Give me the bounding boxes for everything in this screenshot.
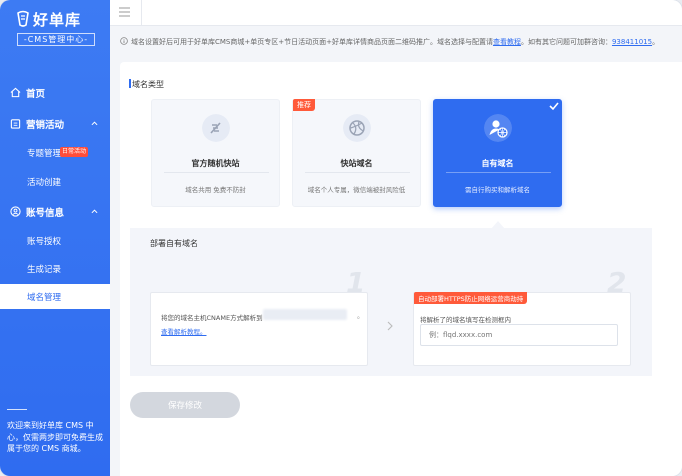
- notice-text: 域名设置好后可用于好单库CMS商城+单页专区+节日活动页面+好单库详情商品页面二…: [131, 38, 493, 46]
- step-1-text: 将您的域名主机CNAME方式解析到: [161, 314, 263, 322]
- resolve-tutorial-link[interactable]: 查看解析教程。: [161, 326, 207, 336]
- sidebar: 好单库 -CMS管理中心- 首页 营销活动 专题管理 日常活动 活动创建 账号信…: [0, 0, 110, 476]
- option-description: 需自行购买和解析域名: [465, 186, 530, 194]
- chevron-up-icon: [91, 209, 98, 214]
- sidebar-item-label: 活动创建: [27, 178, 62, 188]
- sidebar-item-marketing[interactable]: 营销活动: [0, 117, 110, 131]
- domain-option-own[interactable]: 自有域名 需自行购买和解析域名: [433, 99, 562, 207]
- home-icon: [10, 87, 21, 98]
- domain-input[interactable]: [420, 324, 618, 346]
- divider: [164, 172, 269, 173]
- brand-logo[interactable]: 好单库 -CMS管理中心-: [15, 8, 97, 48]
- option-title: 官方随机快站: [191, 159, 240, 168]
- sidebar-item-label: 专题管理: [27, 149, 62, 159]
- sidebar-item-label: 首页: [26, 89, 46, 100]
- divider: [141, 0, 142, 26]
- sidebar-item-account[interactable]: 账号信息: [0, 205, 110, 219]
- sidebar-item-label: 营销活动: [26, 120, 65, 131]
- section-title: 域名类型: [132, 80, 164, 89]
- brand-name: 好单库: [33, 11, 82, 29]
- sidebar-item-home[interactable]: 首页: [0, 86, 110, 100]
- option-title: 自有域名: [481, 159, 514, 168]
- option-description: 域名个人专属，微信端被封风险低: [307, 186, 406, 194]
- sidebar-item-topics[interactable]: 专题管理 日常活动: [0, 147, 110, 159]
- chevron-up-icon: [91, 121, 98, 126]
- info-icon: [120, 37, 128, 45]
- menu-icon[interactable]: [119, 7, 130, 17]
- feather-icon: [202, 114, 230, 142]
- sidebar-item-label: 账号信息: [26, 208, 65, 219]
- deploy-panel: 部署自有域名 1 2 将您的域名主机CNAME方式解析到 。 查看解析教程。 自…: [130, 228, 652, 376]
- brand-mark-icon: [17, 10, 29, 27]
- notice-tail: 。如有其它问题可加群咨询：: [520, 38, 612, 46]
- sidebar-item-records[interactable]: 生成记录: [0, 263, 110, 275]
- sidebar-item-domains[interactable]: 域名管理: [0, 284, 110, 309]
- top-bar: [110, 0, 682, 26]
- tutorial-link[interactable]: 查看教程: [493, 38, 521, 46]
- sidebar-item-label: 生成记录: [27, 265, 62, 275]
- app-window: 好单库 -CMS管理中心- 首页 营销活动 专题管理 日常活动 活动创建 账号信…: [0, 0, 682, 476]
- volleyball-icon: [343, 114, 371, 142]
- deploy-title: 部署自有域名: [150, 239, 198, 248]
- divider: [446, 172, 551, 173]
- brand-subtitle: -CMS管理中心-: [17, 33, 95, 46]
- user-globe-icon: [484, 114, 512, 142]
- domain-option-official[interactable]: 官方随机快站 域名共用 免费不防封: [151, 99, 280, 207]
- option-description: 域名共用 免费不防封: [185, 186, 246, 194]
- domain-option-kuaizhan[interactable]: 推荐 快站域名 域名个人专属，微信端被封风险低: [292, 99, 421, 207]
- sidebar-item-create-activity[interactable]: 活动创建: [0, 176, 110, 188]
- welcome-note: 欢迎来到好单库 CMS 中心，仅需两步即可免费生成属于您的 CMS 商城。: [7, 421, 103, 453]
- step-1-dot: 。: [357, 312, 364, 320]
- user-circle-icon: [10, 206, 21, 217]
- check-icon: [549, 102, 559, 111]
- step-1-card: 将您的域名主机CNAME方式解析到 。 查看解析教程。: [150, 292, 368, 366]
- step-2-text: 将解析了的域名填写在检测框内: [420, 316, 511, 324]
- chevron-right-icon: [387, 321, 393, 331]
- sidebar-item-label: 域名管理: [27, 292, 62, 303]
- section-marker: [129, 79, 131, 88]
- group-number-link[interactable]: 938411015: [612, 38, 652, 46]
- notice-end: 。: [652, 38, 660, 46]
- cname-target-redacted: [263, 309, 347, 320]
- divider: [7, 409, 27, 410]
- calendar-icon: [10, 119, 21, 129]
- save-button[interactable]: 保存修改: [130, 392, 240, 418]
- sidebar-item-authorization[interactable]: 账号授权: [0, 235, 110, 247]
- https-tag: 自动部署HTTPS防止网络运营商劫持: [414, 292, 528, 304]
- option-title: 快站域名: [340, 159, 373, 168]
- status-badge: 日常活动: [60, 147, 89, 157]
- sidebar-item-label: 账号授权: [27, 237, 62, 247]
- recommend-tag: 推荐: [293, 99, 315, 111]
- divider: [305, 172, 410, 173]
- notice-bar: 域名设置好后可用于好单库CMS商城+单页专区+节日活动页面+好单库详情商品页面二…: [120, 37, 682, 47]
- step-2-card: 自动部署HTTPS防止网络运营商劫持 将解析了的域名填写在检测框内: [413, 292, 631, 366]
